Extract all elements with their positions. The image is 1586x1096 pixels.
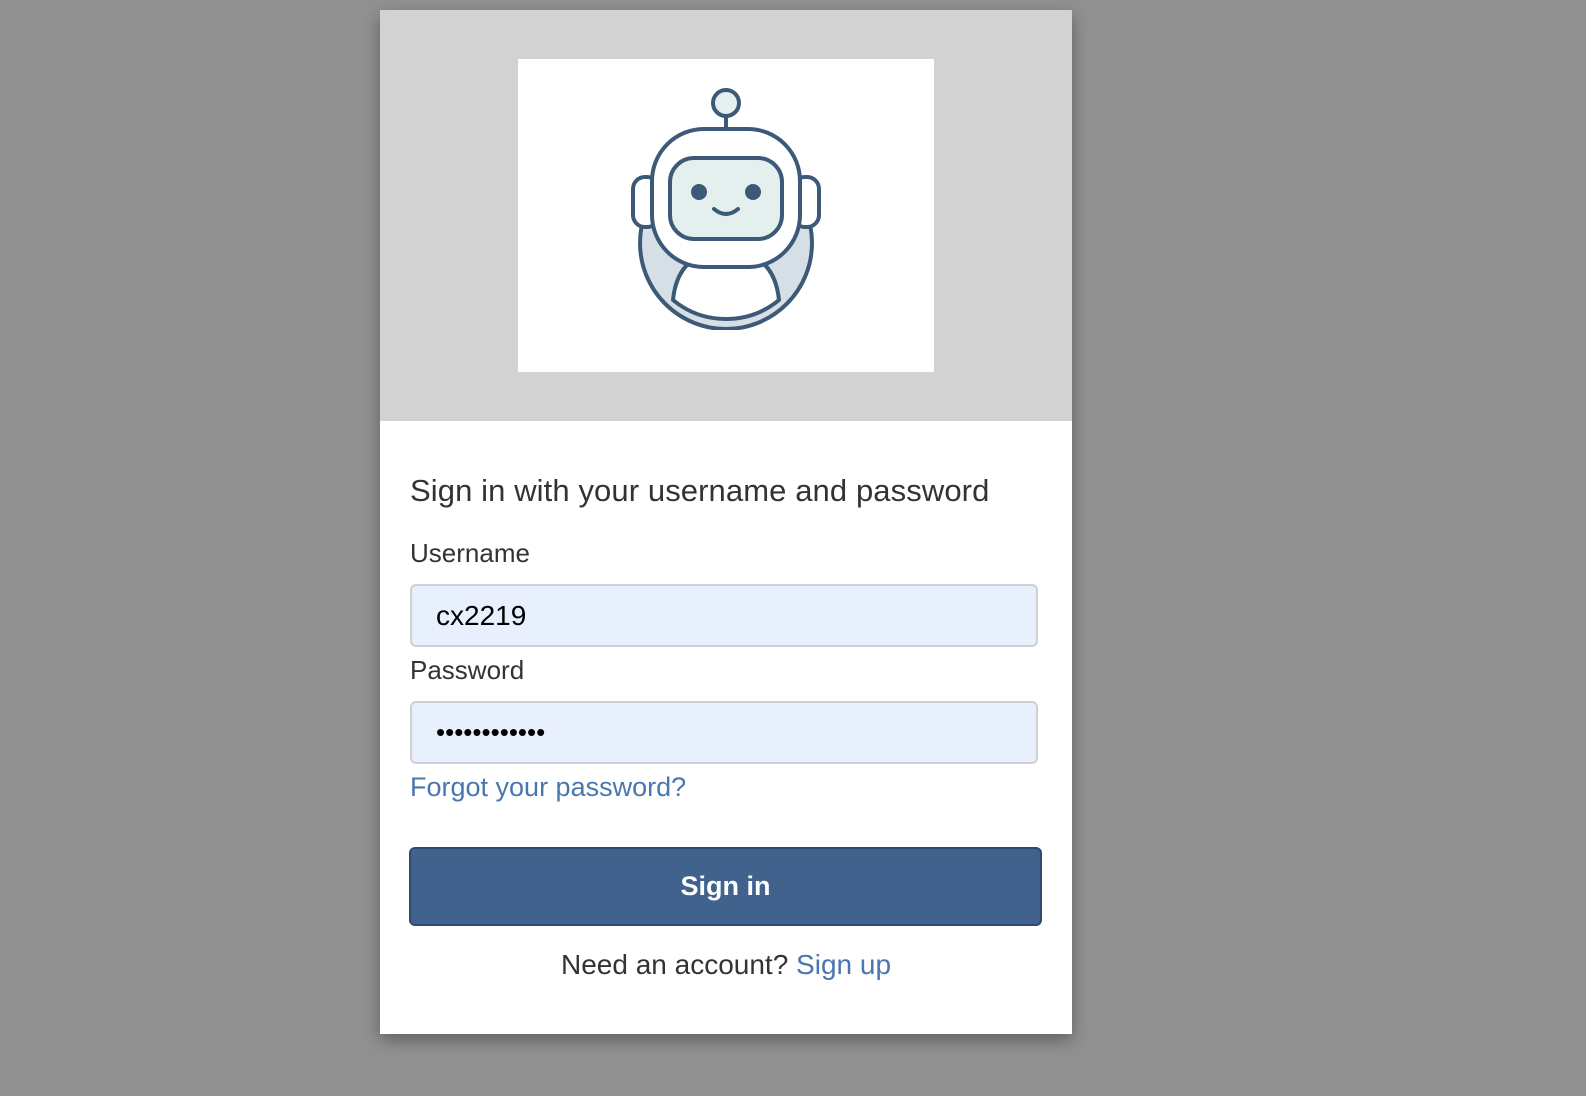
password-label: Password [410,655,525,685]
sign-up-link[interactable]: Sign up [796,949,891,980]
logo-container [518,59,934,372]
signup-row: Need an account? Sign up [380,949,1072,981]
username-input[interactable] [410,584,1038,647]
login-card: Sign in with your username and password … [380,10,1072,1034]
username-label: Username [410,538,530,568]
sign-in-button[interactable]: Sign in [409,847,1042,926]
forgot-password-link[interactable]: Forgot your password? [410,772,686,803]
password-input[interactable] [410,701,1038,764]
signup-prompt: Need an account? [560,949,789,980]
logo-banner [380,10,1072,421]
robot-logo-icon [631,88,821,330]
signin-heading: Sign in with your username and password [410,473,990,508]
